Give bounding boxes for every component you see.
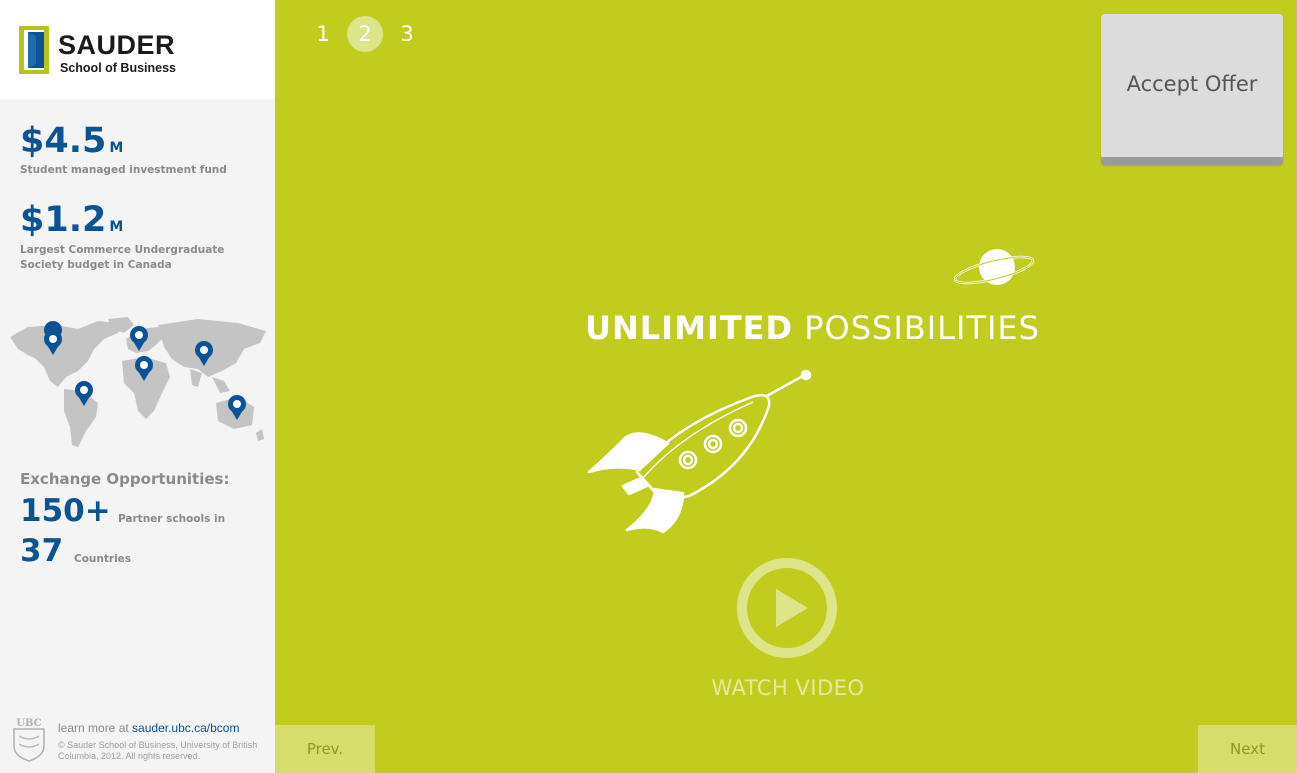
stat-value: $4.5 M <box>20 121 124 161</box>
accept-offer-button[interactable]: Accept Offer <box>1101 14 1283 165</box>
next-button[interactable]: Next <box>1198 725 1297 773</box>
world-map-icon <box>10 317 266 447</box>
bcom-link[interactable]: sauder.ubc.ca/bcom <box>132 721 239 735</box>
planet-icon <box>953 249 1035 285</box>
prev-button[interactable]: Prev. <box>275 725 375 773</box>
brand-subtitle: School of Business <box>60 61 176 75</box>
hero-title-light: POSSIBILITIES <box>804 309 1040 347</box>
stat-label: Student managed investment fund <box>20 164 227 176</box>
brand-header: SAUDER School of Business <box>0 0 275 99</box>
copyright-text: © Sauder School of Business, University … <box>58 740 258 761</box>
page-indicator: 1 2 3 <box>305 16 425 52</box>
ubc-crest-icon: UBC <box>13 718 45 762</box>
hero-title: UNLIMITED POSSIBILITIES <box>585 309 1040 347</box>
svg-text:UBC: UBC <box>16 718 41 729</box>
play-icon[interactable] <box>736 557 838 659</box>
countries-label: Countries <box>74 553 132 565</box>
learn-more-text: learn more at sauder.ubc.ca/bcom <box>58 721 240 735</box>
stat-label: Largest Commerce Undergraduate Society b… <box>20 244 225 271</box>
hero-title-bold: UNLIMITED <box>585 309 794 347</box>
partners-value: 150+ <box>20 493 111 529</box>
sauder-logo-icon <box>19 26 49 74</box>
page-2-button[interactable]: 2 <box>347 16 383 52</box>
stat-value: $1.2 M <box>20 200 124 240</box>
accept-offer-label: Accept Offer <box>1126 72 1258 96</box>
page-1-button[interactable]: 1 <box>305 16 341 52</box>
watch-video-button[interactable]: WATCH VIDEO <box>680 676 896 700</box>
page-3-button[interactable]: 3 <box>389 16 425 52</box>
sidebar: SAUDER School of Business $4.5 M Student … <box>0 0 275 773</box>
brand-name: SAUDER <box>58 30 176 60</box>
countries-value: 37 <box>20 533 64 569</box>
exchange-title: Exchange Opportunities: <box>20 470 230 488</box>
partners-label: Partner schools in <box>118 513 226 525</box>
rocket-icon <box>587 369 812 534</box>
